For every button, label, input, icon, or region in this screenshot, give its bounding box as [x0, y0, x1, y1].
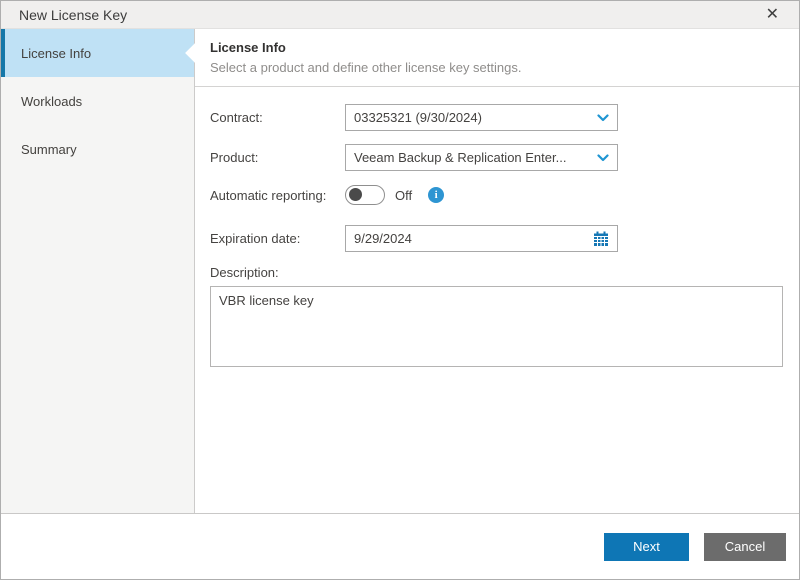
product-value: Veeam Backup & Replication Enter... [354, 150, 572, 165]
dialog-body: License Info Workloads Summary License I… [1, 29, 799, 513]
sidebar-item-summary[interactable]: Summary [1, 125, 194, 173]
sidebar-item-label: Summary [21, 142, 77, 157]
sidebar-item-label: License Info [21, 46, 91, 61]
chevron-down-icon [597, 154, 609, 162]
contract-row: Contract: 03325321 (9/30/2024) [210, 104, 784, 131]
expiration-date-row: Expiration date: [210, 225, 784, 252]
calendar-icon[interactable] [593, 231, 609, 247]
wizard-steps-sidebar: License Info Workloads Summary [1, 29, 195, 513]
dialog-title: New License Key [19, 7, 127, 23]
contract-label: Contract: [210, 110, 345, 125]
footer-bar: Next Cancel [1, 513, 799, 579]
expiration-date-field [345, 225, 618, 252]
automatic-reporting-row: Automatic reporting: Off i [210, 185, 784, 205]
next-button[interactable]: Next [604, 533, 689, 561]
chevron-down-icon [597, 114, 609, 122]
sidebar-item-workloads[interactable]: Workloads [1, 77, 194, 125]
description-label: Description: [210, 265, 784, 280]
contract-dropdown[interactable]: 03325321 (9/30/2024) [345, 104, 618, 131]
sidebar-item-license-info[interactable]: License Info [1, 29, 194, 77]
description-textarea[interactable]: VBR license key [210, 286, 783, 367]
content-panel: License Info Select a product and define… [195, 29, 799, 513]
toggle-knob [349, 188, 362, 201]
product-row: Product: Veeam Backup & Replication Ente… [210, 144, 784, 171]
step-header: License Info Select a product and define… [195, 29, 799, 87]
product-label: Product: [210, 150, 345, 165]
new-license-key-dialog: New License Key ✕ License Info Workloads… [0, 0, 800, 580]
product-dropdown[interactable]: Veeam Backup & Replication Enter... [345, 144, 618, 171]
toggle-state-label: Off [395, 188, 412, 203]
title-bar: New License Key ✕ [1, 1, 799, 29]
expiration-date-input[interactable] [354, 231, 593, 246]
license-form: Contract: 03325321 (9/30/2024) Product: … [195, 87, 799, 367]
contract-value: 03325321 (9/30/2024) [354, 110, 488, 125]
automatic-reporting-label: Automatic reporting: [210, 188, 345, 203]
expiration-date-label: Expiration date: [210, 231, 345, 246]
close-icon[interactable]: ✕ [764, 5, 781, 25]
step-title: License Info [210, 40, 799, 55]
automatic-reporting-toggle[interactable] [345, 185, 385, 205]
info-icon[interactable]: i [428, 187, 444, 203]
sidebar-item-label: Workloads [21, 94, 82, 109]
step-subtitle: Select a product and define other licens… [210, 60, 799, 75]
cancel-button[interactable]: Cancel [704, 533, 786, 561]
